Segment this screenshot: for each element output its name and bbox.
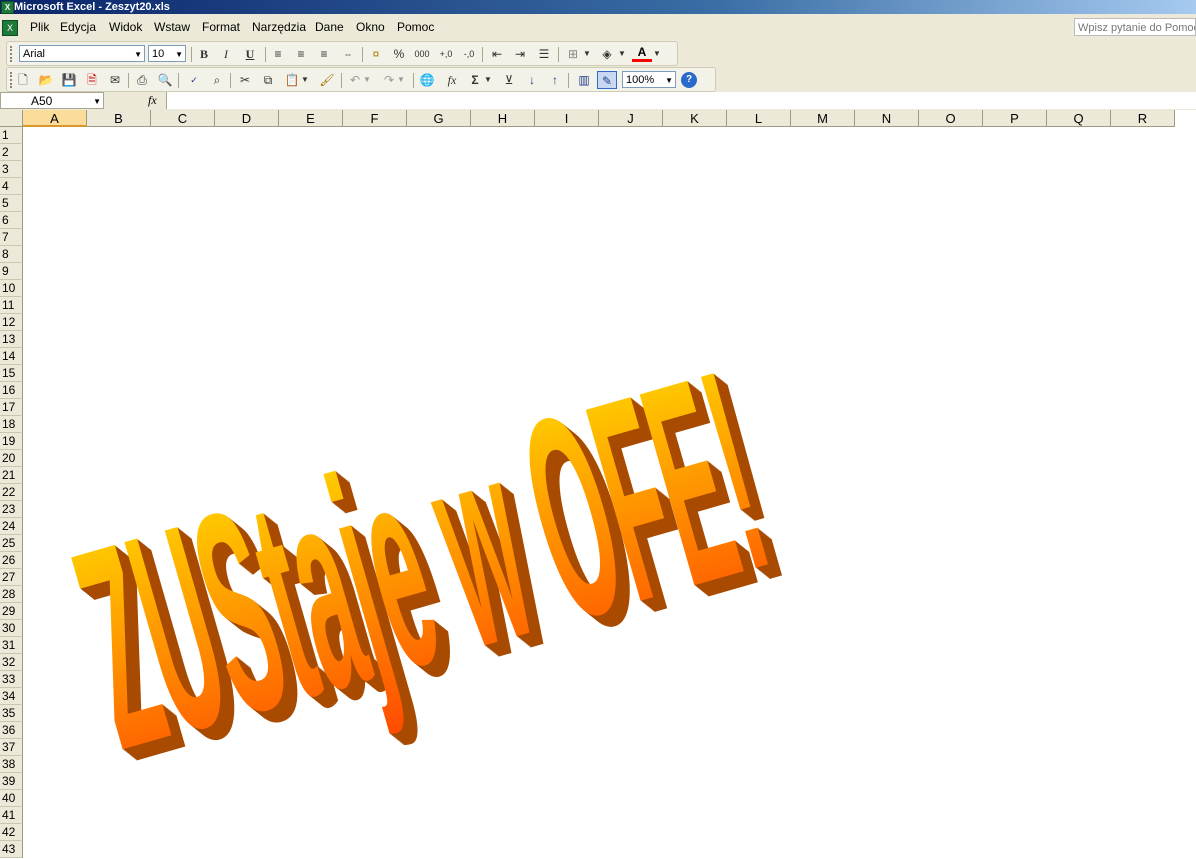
toolbar-separator (128, 73, 129, 88)
excel-icon[interactable]: X (1, 1, 14, 14)
menu-okno[interactable]: Okno (356, 20, 385, 34)
chevron-down-icon[interactable]: ▼ (652, 45, 662, 63)
menu-wstaw[interactable]: Wstaw (154, 20, 190, 34)
align-right-icon[interactable]: ≡ (314, 45, 334, 63)
chevron-down-icon[interactable]: ▼ (300, 71, 310, 89)
font-size-value: 10 (152, 48, 165, 60)
zoom-combo[interactable]: 100% ▼ (622, 71, 676, 88)
decrease-decimal-icon[interactable]: -,0 (459, 45, 479, 63)
menu-plik[interactable]: Plik (30, 20, 49, 34)
fill-color-icon[interactable]: ◈ (597, 45, 617, 63)
menu-narzedzia[interactable]: Narzędzia (252, 20, 306, 34)
formatting-toolbar: Arial ▼ 10 ▼ B I U ≡ ≡ ≡ ⇔ ¤ % 000 +,0 -,0… (0, 40, 1196, 66)
italic-button[interactable]: I (216, 45, 236, 63)
align-center-icon[interactable]: ≡ (291, 45, 311, 63)
underline-button[interactable]: U (240, 45, 260, 63)
fx-label[interactable]: fx (148, 93, 157, 108)
name-box[interactable]: A50 ▼ (0, 92, 104, 109)
menu-format[interactable]: Format (202, 20, 240, 34)
toolbar-separator (558, 47, 559, 62)
email-icon[interactable]: ✉ (105, 71, 125, 89)
chevron-down-icon[interactable]: ▼ (396, 71, 406, 89)
research-icon[interactable]: ⌕ (207, 71, 227, 89)
formula-input[interactable] (166, 92, 1196, 109)
toolbar-separator (178, 73, 179, 88)
standard-toolbar-strip: 🗋 📂 💾 🗎 ✉ ⎙ 🔍 ✓ ⌕ ✂ ⧉ 📋 ▼ 🖌 ↶ ▼ ↷ ▼ 🌐 fx… (6, 67, 716, 92)
toolbar-separator (482, 47, 483, 62)
help-question-input[interactable]: Wpisz pytanie do Pomocy (1074, 18, 1196, 36)
insert-function-button[interactable]: fx (442, 71, 462, 89)
menu-bar: X Plik Edycja Widok Wstaw Format Narzędz… (0, 14, 1196, 41)
permission-icon[interactable]: 🗎 (82, 71, 102, 89)
toolbar-separator (265, 47, 266, 62)
print-icon[interactable]: ⎙ (132, 71, 152, 89)
chevron-down-icon[interactable]: ▼ (175, 46, 183, 63)
sort-ascending-icon[interactable]: ↓ (522, 71, 542, 89)
format-painter-icon[interactable]: 🖌 (317, 71, 337, 89)
bold-button[interactable]: B (194, 45, 214, 63)
menu-widok[interactable]: Widok (109, 20, 142, 34)
chevron-down-icon[interactable]: ▼ (483, 71, 493, 89)
percent-button[interactable]: % (389, 45, 409, 63)
name-box-value: A50 (31, 94, 53, 108)
chevron-down-icon[interactable]: ▼ (134, 46, 142, 63)
zoom-value: 100% (626, 74, 655, 86)
chevron-down-icon[interactable]: ▼ (93, 93, 101, 110)
help-button[interactable]: ? (681, 72, 697, 88)
toolbar-separator (341, 73, 342, 88)
formatting-toolbar-strip: Arial ▼ 10 ▼ B I U ≡ ≡ ≡ ⇔ ¤ % 000 +,0 -,0… (6, 41, 678, 66)
increase-decimal-icon[interactable]: +,0 (436, 45, 456, 63)
chevron-down-icon[interactable]: ▼ (582, 45, 592, 63)
workbook-icon[interactable]: X (2, 20, 18, 36)
font-name-value: Arial (23, 48, 46, 60)
print-preview-icon[interactable]: 🔍 (155, 71, 175, 89)
chart-wizard-icon[interactable]: ▥ (574, 71, 594, 89)
chevron-down-icon[interactable]: ▼ (665, 72, 673, 89)
chevron-down-icon[interactable]: ▼ (362, 71, 372, 89)
menu-pomoc[interactable]: Pomoc (397, 20, 434, 34)
filter-icon[interactable]: ⊻ (499, 71, 519, 89)
window-title: Microsoft Excel - Zeszyt20.xls (14, 1, 170, 13)
font-name-combo[interactable]: Arial ▼ (19, 45, 145, 62)
merge-center-icon[interactable]: ⇔ (338, 45, 358, 63)
menu-edycja[interactable]: Edycja (60, 20, 96, 34)
save-icon[interactable]: 💾 (59, 71, 79, 89)
increase-indent-icon[interactable]: ⇥ (510, 45, 530, 63)
align-left-icon[interactable]: ≡ (268, 45, 288, 63)
formula-bar: A50 ▼ fx (0, 92, 1196, 111)
decrease-indent-icon[interactable]: ⇤ (487, 45, 507, 63)
new-document-icon[interactable]: 🗋 (13, 71, 33, 89)
font-color-button[interactable]: A (632, 45, 652, 62)
worksheet-grid[interactable]: A B C D E F G H I J K L M N O P Q R 1 2 3 4 5 6 7 8 9 10 11 12 13 14 15 1… (0, 110, 1196, 859)
title-bar: X Microsoft Excel - Zeszyt20.xls (0, 0, 1196, 14)
drawing-icon[interactable]: ✎ (597, 71, 617, 89)
sort-descending-icon[interactable]: ↑ (545, 71, 565, 89)
copy-icon[interactable]: ⧉ (258, 71, 278, 89)
currency-icon[interactable]: ¤ (366, 45, 386, 63)
hyperlink-icon[interactable]: 🌐 (417, 71, 437, 89)
borders-icon[interactable]: ⊞ (563, 45, 583, 63)
spelling-icon[interactable]: ✓ (184, 71, 204, 89)
toolbar-separator (568, 73, 569, 88)
toolbar-separator (230, 73, 231, 88)
toolbar-grip[interactable] (10, 46, 15, 62)
font-size-combo[interactable]: 10 ▼ (148, 45, 186, 62)
autosum-button[interactable]: Σ (465, 71, 485, 89)
chevron-down-icon[interactable]: ▼ (617, 45, 627, 63)
toolbar-separator (413, 73, 414, 88)
toolbar-separator (362, 47, 363, 62)
menu-dane[interactable]: Dane (315, 20, 344, 34)
standard-toolbar: 🗋 📂 💾 🗎 ✉ ⎙ 🔍 ✓ ⌕ ✂ ⧉ 📋 ▼ 🖌 ↶ ▼ ↷ ▼ 🌐 fx… (0, 66, 1196, 92)
thousands-separator-button[interactable]: 000 (412, 45, 432, 63)
toolbar-separator (191, 47, 192, 62)
open-folder-icon[interactable]: 📂 (36, 71, 56, 89)
outdent-icon[interactable]: ☰ (534, 45, 554, 63)
wordart-graphic[interactable]: ZUStaje w OFE!ZUStaje w OFE!ZUStaje w OF… (0, 110, 1196, 859)
paste-icon[interactable]: 📋 (282, 71, 302, 89)
cut-icon[interactable]: ✂ (235, 71, 255, 89)
